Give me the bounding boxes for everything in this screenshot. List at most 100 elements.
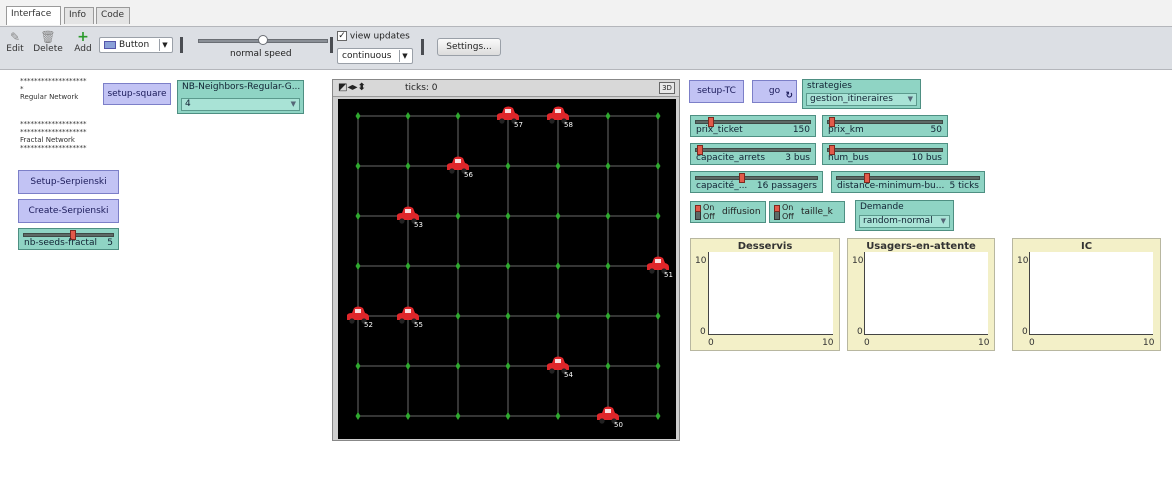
network-node bbox=[405, 262, 411, 270]
taille-k-switch[interactable]: On Off taille_k bbox=[769, 201, 845, 223]
slider-value: 3 bus bbox=[785, 153, 810, 163]
distance-minimum-slider[interactable]: distance-minimum-bu... 5 ticks bbox=[831, 171, 985, 193]
demande-value[interactable]: random-normal ▼ bbox=[859, 215, 950, 228]
strategies-chooser[interactable]: strategies gestion_itineraires ▼ bbox=[802, 79, 921, 109]
network-node bbox=[455, 262, 461, 270]
chevron-down-icon: ▼ bbox=[907, 95, 913, 103]
network-node bbox=[605, 362, 611, 370]
view-updates-label: view updates bbox=[349, 31, 410, 42]
forever-icon: ↻ bbox=[785, 91, 793, 101]
tab-info[interactable]: Info bbox=[64, 7, 94, 24]
plot-area bbox=[864, 252, 988, 335]
bus-agent: 52 bbox=[347, 306, 373, 329]
setup-square-button[interactable]: setup-square bbox=[103, 83, 171, 105]
update-mode-select[interactable]: continuous ▼ bbox=[337, 48, 413, 64]
slider-track bbox=[836, 176, 980, 180]
tab-code[interactable]: Code bbox=[96, 7, 130, 24]
bus-body bbox=[347, 306, 369, 320]
speed-slider[interactable] bbox=[198, 35, 328, 45]
view-updates-checkbox[interactable]: ✓ bbox=[337, 31, 347, 41]
bus-agent: 51 bbox=[647, 256, 673, 279]
switch-track bbox=[774, 205, 780, 220]
demande-chooser[interactable]: Demande random-normal ▼ bbox=[855, 200, 954, 231]
bus-agent: 50 bbox=[597, 406, 623, 429]
network-node bbox=[355, 412, 361, 420]
plot-title: Usagers-en-attente bbox=[866, 241, 976, 252]
toolbar-separator bbox=[330, 37, 333, 53]
chevron-down-icon: ▼ bbox=[290, 100, 296, 108]
slider-value: 16 passagers bbox=[756, 181, 817, 191]
plot-area bbox=[1029, 252, 1153, 335]
setup-tc-button[interactable]: setup-TC bbox=[689, 80, 744, 103]
toolbar: ✎ Edit 🗑 Delete + Add Button ▼ normal sp… bbox=[0, 26, 1172, 70]
network-graph: 57 58 56 53 51 52 55 54 50 bbox=[347, 106, 673, 429]
slider-label: prix_km bbox=[828, 125, 864, 135]
plot-xmin: 0 bbox=[864, 338, 870, 348]
network-node bbox=[455, 112, 461, 120]
network-node bbox=[605, 162, 611, 170]
chevron-down-icon: ▼ bbox=[159, 39, 170, 51]
switch-label: diffusion bbox=[722, 207, 761, 217]
setup-serpienski-button[interactable]: Setup-Serpienski bbox=[18, 170, 119, 194]
switch-knob[interactable] bbox=[774, 205, 780, 212]
num-bus-slider[interactable]: num_bus 10 bus bbox=[822, 143, 948, 165]
go-button[interactable]: go ↻ bbox=[752, 80, 797, 103]
capacite-bus-slider[interactable]: capacité_... 16 passagers bbox=[690, 171, 823, 193]
trash-icon: 🗑 bbox=[40, 30, 56, 44]
nb-neighbors-chooser[interactable]: NB-Neighbors-Regular-G... 4 ▼ bbox=[177, 80, 304, 114]
edit-button[interactable]: ✎ Edit bbox=[4, 30, 26, 54]
view-3d-button[interactable]: 3D bbox=[659, 82, 675, 94]
plot-ymin: 0 bbox=[1022, 327, 1028, 337]
network-node bbox=[405, 412, 411, 420]
bus-agent: 54 bbox=[547, 356, 573, 379]
network-node bbox=[655, 362, 661, 370]
world-canvas[interactable]: 57 58 56 53 51 52 55 54 50 bbox=[338, 99, 676, 439]
bus-label: 58 bbox=[564, 121, 573, 129]
slider-track bbox=[827, 120, 943, 124]
add-button[interactable]: + Add bbox=[70, 30, 96, 54]
speed-slider-thumb[interactable] bbox=[258, 35, 268, 45]
plot-title: Desservis bbox=[737, 241, 793, 252]
nb-seeds-fractal-slider[interactable]: nb-seeds-fractal 5 bbox=[18, 228, 119, 250]
go-label: go bbox=[768, 86, 781, 96]
bus-label: 54 bbox=[564, 371, 573, 379]
bus-window bbox=[505, 109, 511, 113]
bus-body bbox=[497, 106, 519, 120]
network-node bbox=[455, 312, 461, 320]
bus-body bbox=[547, 356, 569, 370]
network-node bbox=[605, 212, 611, 220]
view-nav-arrows-icon[interactable]: ◩◂▸⬍ bbox=[338, 82, 366, 93]
bus-body bbox=[397, 306, 419, 320]
widget-type-select[interactable]: Button ▼ bbox=[99, 37, 173, 53]
prix-km-slider[interactable]: prix_km 50 bbox=[822, 115, 948, 137]
bus-label: 53 bbox=[414, 221, 423, 229]
view-updates-control[interactable]: ✓ view updates bbox=[337, 31, 410, 42]
bus-wheel bbox=[499, 118, 505, 124]
network-node bbox=[555, 262, 561, 270]
diffusion-switch[interactable]: On Off diffusion bbox=[690, 201, 766, 223]
switch-off-label: Off bbox=[782, 212, 794, 221]
bus-wheel bbox=[599, 418, 605, 424]
world-view: ◩◂▸⬍ ticks: 0 3D 57 58 56 53 51 52 55 54 50 bbox=[332, 79, 680, 441]
create-serpienski-button[interactable]: Create-Serpienski bbox=[18, 199, 119, 223]
network-node bbox=[455, 412, 461, 420]
slider-value: 5 ticks bbox=[949, 181, 979, 191]
network-node bbox=[505, 162, 511, 170]
bus-label: 52 bbox=[364, 321, 373, 329]
bus-body bbox=[597, 406, 619, 420]
delete-button[interactable]: 🗑 Delete bbox=[31, 30, 65, 54]
chevron-down-icon: ▼ bbox=[940, 217, 946, 225]
network-node bbox=[355, 212, 361, 220]
settings-button[interactable]: Settings... bbox=[437, 38, 501, 56]
switch-knob[interactable] bbox=[695, 205, 701, 212]
prix-ticket-slider[interactable]: prix_ticket 150 bbox=[690, 115, 816, 137]
plot-xmax: 10 bbox=[978, 338, 990, 348]
strategies-value[interactable]: gestion_itineraires ▼ bbox=[806, 93, 917, 106]
bus-label: 51 bbox=[664, 271, 673, 279]
network-node bbox=[605, 112, 611, 120]
tab-interface[interactable]: Interface bbox=[6, 6, 61, 25]
bus-agent: 56 bbox=[447, 156, 473, 179]
toolbar-separator bbox=[180, 37, 183, 53]
nb-neighbors-value[interactable]: 4 ▼ bbox=[181, 98, 300, 111]
capacite-arrets-slider[interactable]: capacite_arrets 3 bus bbox=[690, 143, 816, 165]
